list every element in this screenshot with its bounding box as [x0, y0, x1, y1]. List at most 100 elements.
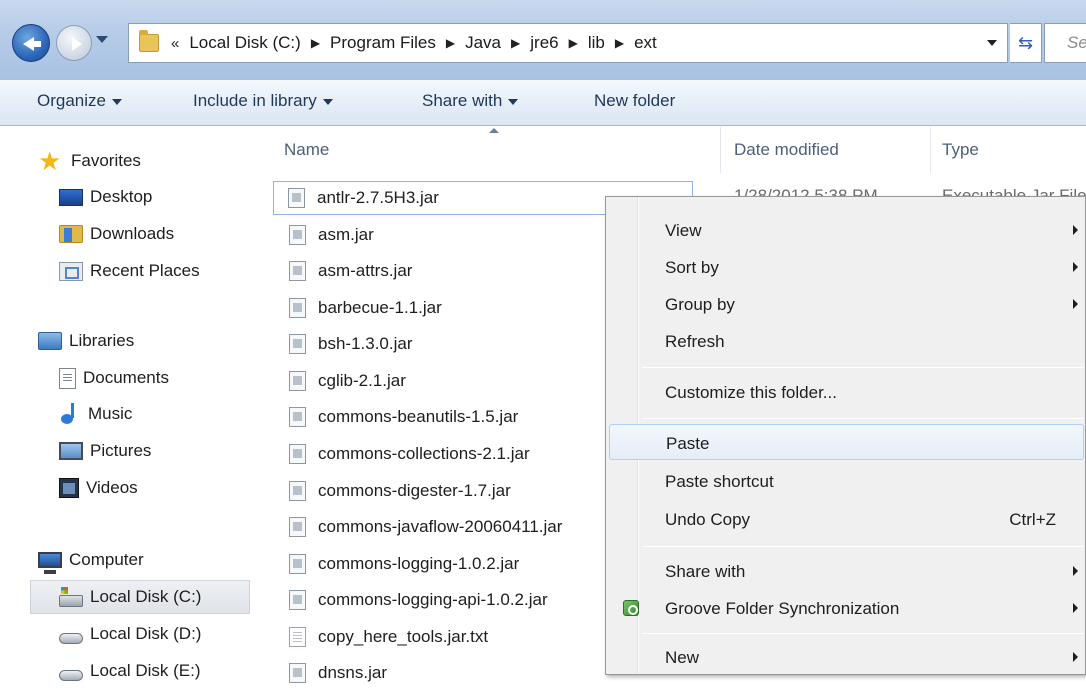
- computer-icon: [38, 552, 62, 574]
- organize-label: Organize: [37, 91, 106, 110]
- menu-label: Undo Copy: [665, 510, 751, 529]
- jar-file-icon: [289, 590, 306, 610]
- breadcrumb-lib[interactable]: lib: [588, 33, 605, 53]
- file-row[interactable]: cglib-2.1.jar: [275, 364, 635, 398]
- file-row[interactable]: commons-beanutils-1.5.jar: [275, 400, 635, 434]
- menu-separator: [642, 633, 1084, 634]
- pictures-icon: [59, 442, 83, 460]
- nav-local-disk-d-label: Local Disk (D:): [90, 624, 202, 643]
- menu-item-refresh[interactable]: Refresh: [609, 323, 1084, 359]
- file-row[interactable]: commons-logging-1.0.2.jar: [275, 547, 635, 581]
- include-in-library-label: Include in library: [193, 91, 317, 110]
- command-bar: Organize Include in library Share with N…: [0, 80, 1086, 126]
- jar-file-icon: [289, 481, 306, 501]
- column-header-type[interactable]: Type: [942, 140, 979, 160]
- menu-item-share-with[interactable]: Share with: [609, 553, 1084, 589]
- file-row[interactable]: barbecue-1.1.jar: [275, 291, 635, 325]
- file-row[interactable]: commons-logging-api-1.0.2.jar: [275, 583, 635, 617]
- breadcrumb-arrow-icon[interactable]: ▶: [615, 36, 624, 50]
- file-name: cglib-2.1.jar: [318, 371, 406, 390]
- jar-file-icon: [289, 444, 306, 464]
- menu-item-new[interactable]: New: [609, 639, 1084, 674]
- star-icon: ★: [38, 146, 62, 176]
- context-menu: View Sort by Group by Refresh Customize …: [605, 196, 1086, 675]
- address-bar: « Local Disk (C:) ▶ Program Files ▶ Java…: [0, 0, 1086, 80]
- share-with-button[interactable]: Share with: [422, 91, 519, 111]
- breadcrumb-arrow-icon[interactable]: ▶: [311, 36, 320, 50]
- jar-file-icon: [289, 517, 306, 537]
- menu-item-group-by[interactable]: Group by: [609, 286, 1084, 322]
- breadcrumb-local-disk-c[interactable]: Local Disk (C:): [189, 33, 300, 53]
- nav-music[interactable]: Music: [59, 397, 132, 431]
- submenu-arrow-icon: [1073, 652, 1078, 662]
- file-row[interactable]: commons-javaflow-20060411.jar: [275, 510, 635, 544]
- jar-file-icon: [289, 663, 306, 683]
- nav-pictures[interactable]: Pictures: [59, 434, 151, 468]
- breadcrumb-arrow-icon[interactable]: ▶: [569, 36, 578, 50]
- file-row[interactable]: asm.jar: [275, 218, 635, 252]
- nav-favorites-label: Favorites: [71, 151, 141, 170]
- column-divider[interactable]: [930, 127, 931, 173]
- forward-arrow-icon[interactable]: [56, 25, 92, 61]
- nav-favorites[interactable]: ★ Favorites: [38, 144, 141, 178]
- file-row[interactable]: asm-attrs.jar: [275, 254, 635, 288]
- nav-local-disk-d[interactable]: Local Disk (D:): [59, 617, 201, 651]
- nav-downloads-label: Downloads: [90, 224, 175, 243]
- jar-file-icon: [289, 371, 306, 391]
- menu-item-paste[interactable]: Paste: [609, 424, 1084, 460]
- path-box[interactable]: « Local Disk (C:) ▶ Program Files ▶ Java…: [128, 23, 1008, 63]
- desktop-icon: [59, 188, 83, 206]
- breadcrumb-java[interactable]: Java: [465, 33, 501, 53]
- nav-local-disk-c-label: Local Disk (C:): [90, 587, 202, 606]
- menu-item-groove-sync[interactable]: Groove Folder Synchronization: [609, 590, 1084, 626]
- downloads-folder-icon: [59, 225, 83, 243]
- menu-label: Groove Folder Synchronization: [665, 599, 900, 618]
- column-divider[interactable]: [720, 127, 721, 173]
- menu-label: Share with: [665, 562, 746, 581]
- recent-pages-dropdown-icon[interactable]: [96, 36, 108, 43]
- nav-local-disk-e[interactable]: Local Disk (E:): [59, 654, 201, 688]
- file-row[interactable]: bsh-1.3.0.jar: [275, 327, 635, 361]
- breadcrumb-program-files[interactable]: Program Files: [330, 33, 436, 53]
- breadcrumb-jre6[interactable]: jre6: [530, 33, 558, 53]
- nav-recent-places[interactable]: Recent Places: [59, 254, 200, 288]
- nav-downloads[interactable]: Downloads: [59, 217, 174, 251]
- menu-item-customize-folder[interactable]: Customize this folder...: [609, 374, 1084, 410]
- nav-libraries[interactable]: Libraries: [38, 324, 134, 358]
- breadcrumb-arrow-icon[interactable]: ▶: [511, 36, 520, 50]
- file-row[interactable]: copy_here_tools.jar.txt: [275, 620, 635, 654]
- file-row[interactable]: commons-collections-2.1.jar: [275, 437, 635, 471]
- back-arrow-icon[interactable]: [12, 24, 50, 62]
- menu-separator: [642, 367, 1084, 368]
- drive-icon: [59, 632, 83, 644]
- menu-item-undo-copy[interactable]: Undo Copy Ctrl+Z: [609, 501, 1084, 537]
- menu-item-view[interactable]: View: [609, 212, 1084, 248]
- menu-label: New: [665, 648, 700, 667]
- breadcrumb-arrow-icon[interactable]: ▶: [446, 36, 455, 50]
- system-drive-icon: [59, 587, 83, 607]
- nav-videos[interactable]: Videos: [59, 471, 138, 505]
- column-header-date-modified[interactable]: Date modified: [734, 140, 839, 160]
- breadcrumb-ext[interactable]: ext: [634, 33, 657, 53]
- nav-documents[interactable]: Documents: [59, 361, 169, 395]
- nav-desktop[interactable]: Desktop: [59, 180, 152, 214]
- organize-button[interactable]: Organize: [37, 91, 122, 111]
- libraries-icon: [38, 332, 62, 350]
- column-header-name[interactable]: Name: [284, 140, 329, 160]
- menu-item-sort-by[interactable]: Sort by: [609, 249, 1084, 285]
- nav-computer-label: Computer: [69, 550, 144, 569]
- nav-computer[interactable]: Computer: [38, 543, 144, 577]
- new-folder-button[interactable]: New folder: [594, 91, 675, 111]
- nav-videos-label: Videos: [86, 478, 138, 497]
- path-overflow-chevron[interactable]: «: [171, 35, 179, 52]
- refresh-icon[interactable]: ⇆: [1010, 23, 1042, 63]
- path-history-dropdown-icon[interactable]: [987, 40, 997, 46]
- file-row[interactable]: dnsns.jar: [275, 656, 635, 690]
- chevron-down-icon: [508, 98, 519, 105]
- menu-item-paste-shortcut[interactable]: Paste shortcut: [609, 463, 1084, 499]
- include-in-library-button[interactable]: Include in library: [193, 91, 333, 111]
- file-row[interactable]: commons-digester-1.7.jar: [275, 474, 635, 508]
- nav-pictures-label: Pictures: [90, 441, 152, 460]
- search-input[interactable]: Sear: [1044, 23, 1086, 63]
- nav-local-disk-c[interactable]: Local Disk (C:): [30, 580, 250, 614]
